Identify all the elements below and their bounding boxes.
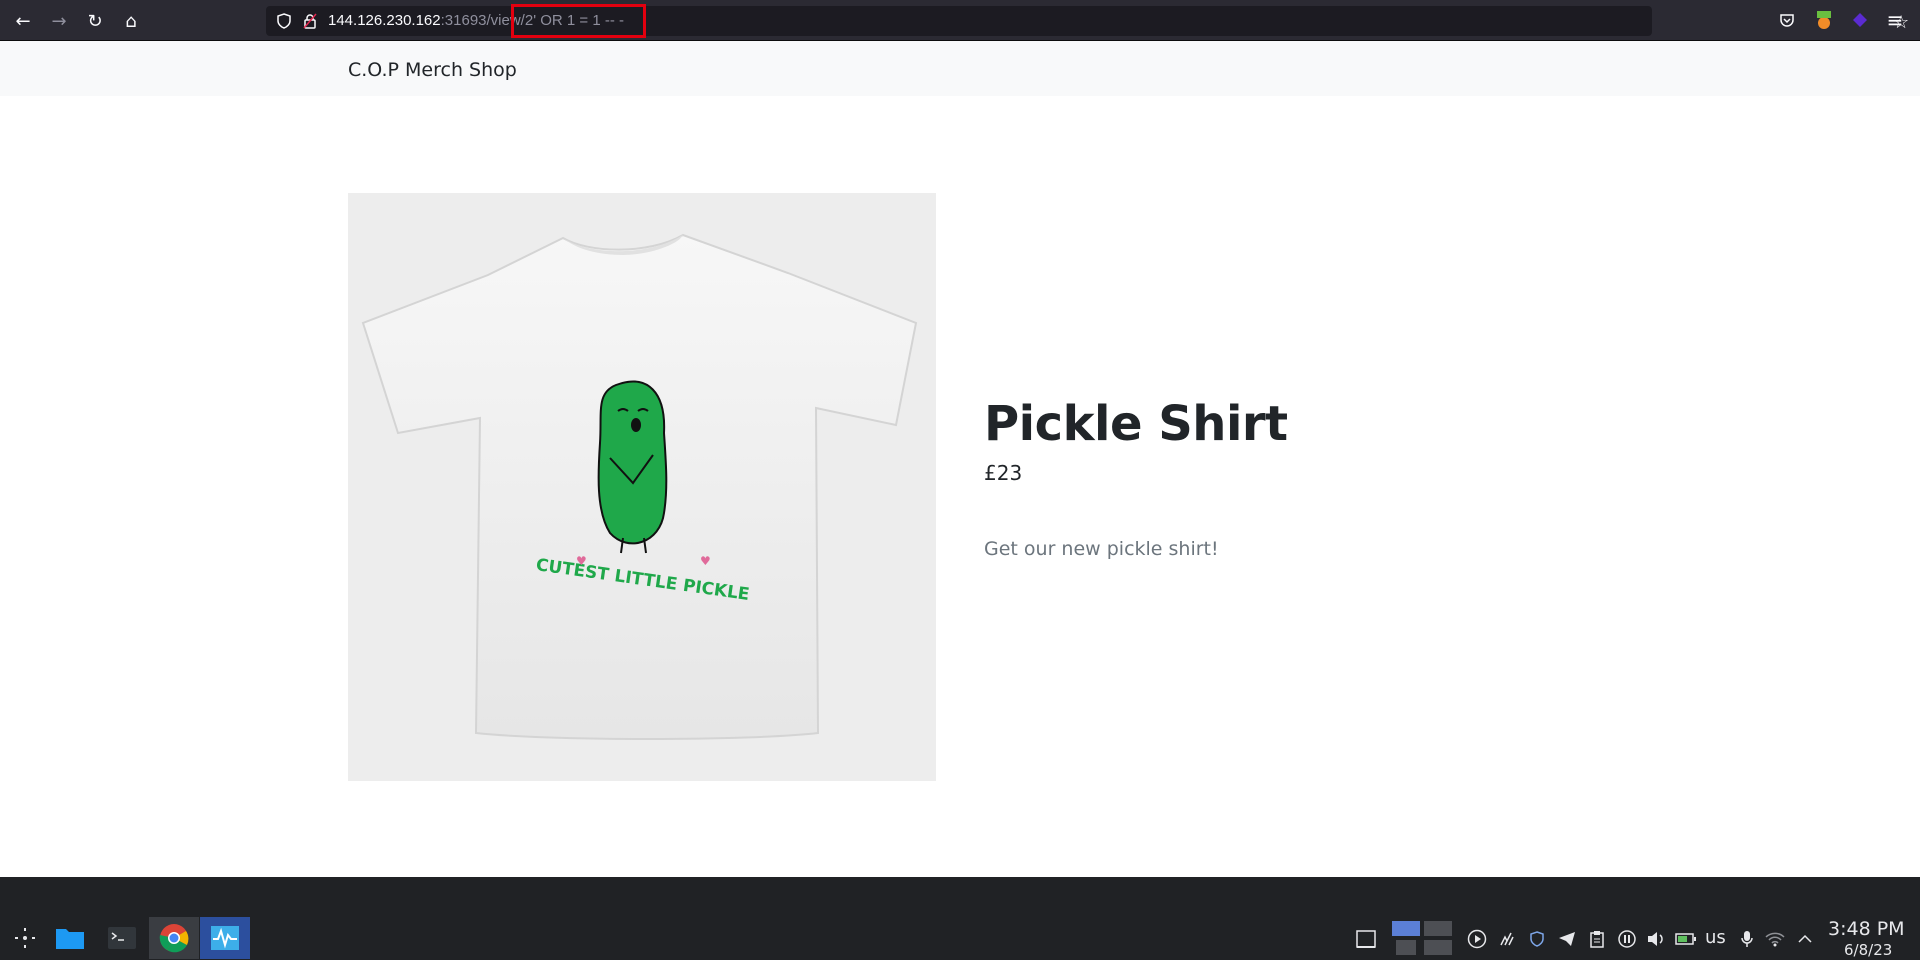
pause-icon[interactable] — [1616, 928, 1638, 950]
wifi-icon[interactable] — [1764, 928, 1786, 950]
clipboard-icon[interactable] — [1586, 928, 1608, 950]
url-host: 144.126.230.162 — [328, 12, 441, 29]
activity-icon[interactable] — [1496, 928, 1518, 950]
home-icon[interactable]: ⌂ — [118, 8, 144, 34]
url-bar[interactable]: 144.126.230.162:31693/view/2' OR 1 = 1 -… — [266, 6, 1909, 36]
extension-hexagon-icon[interactable] — [1849, 9, 1871, 31]
insecure-lock-icon[interactable] — [302, 13, 318, 29]
chrome-icon[interactable] — [149, 917, 199, 959]
system-monitor-icon[interactable] — [200, 917, 250, 959]
pocket-icon[interactable] — [1776, 9, 1798, 31]
telegram-icon[interactable] — [1556, 928, 1578, 950]
burp-extension-icon[interactable] — [1813, 9, 1835, 31]
desktop-2[interactable] — [1424, 921, 1452, 936]
tracking-shield-icon[interactable] — [276, 13, 292, 29]
volume-icon[interactable] — [1645, 928, 1667, 950]
svg-text:♥: ♥ — [700, 554, 711, 568]
clock-time[interactable]: 3:48 PM — [1828, 918, 1905, 940]
site-navbar: C.O.P Merch Shop — [0, 41, 1920, 96]
desktop-3[interactable] — [1396, 940, 1416, 955]
file-manager-icon[interactable] — [45, 917, 95, 959]
clock-date[interactable]: 6/8/23 — [1844, 941, 1892, 959]
back-icon[interactable]: ← — [10, 8, 36, 34]
desktop-4[interactable] — [1424, 940, 1452, 955]
product-price: £23 — [984, 461, 1023, 485]
tshirt-illustration: CUTEST LITTLE PICKLE ♥ ♥ — [361, 233, 918, 740]
show-desktop-icon[interactable] — [1355, 928, 1377, 950]
media-play-icon[interactable] — [1466, 928, 1488, 950]
product-image: CUTEST LITTLE PICKLE ♥ ♥ — [348, 193, 936, 781]
forward-icon[interactable]: → — [46, 8, 72, 34]
vpn-shield-icon[interactable] — [1526, 928, 1548, 950]
reload-icon[interactable]: ↻ — [82, 8, 108, 34]
svg-text:♥: ♥ — [576, 554, 587, 568]
virtual-desktop-pager[interactable] — [1392, 920, 1454, 956]
product-description: Get our new pickle shirt! — [984, 538, 1219, 560]
app-launcher-icon[interactable] — [0, 917, 50, 959]
desktop-1[interactable] — [1392, 921, 1420, 936]
product-title: Pickle Shirt — [984, 396, 1288, 452]
microphone-icon[interactable] — [1736, 928, 1758, 950]
terminal-icon[interactable] — [97, 917, 147, 959]
browser-toolbar: ← → ↻ ⌂ 144.126.230.162:31693/view/2' OR… — [0, 0, 1920, 41]
site-brand[interactable]: C.O.P Merch Shop — [348, 59, 517, 81]
keyboard-layout[interactable]: us — [1705, 927, 1726, 948]
battery-icon[interactable] — [1675, 928, 1697, 950]
tray-expand-icon[interactable] — [1794, 928, 1816, 950]
menu-icon[interactable]: ≡ — [1884, 8, 1906, 32]
url-highlight-box — [511, 4, 646, 38]
